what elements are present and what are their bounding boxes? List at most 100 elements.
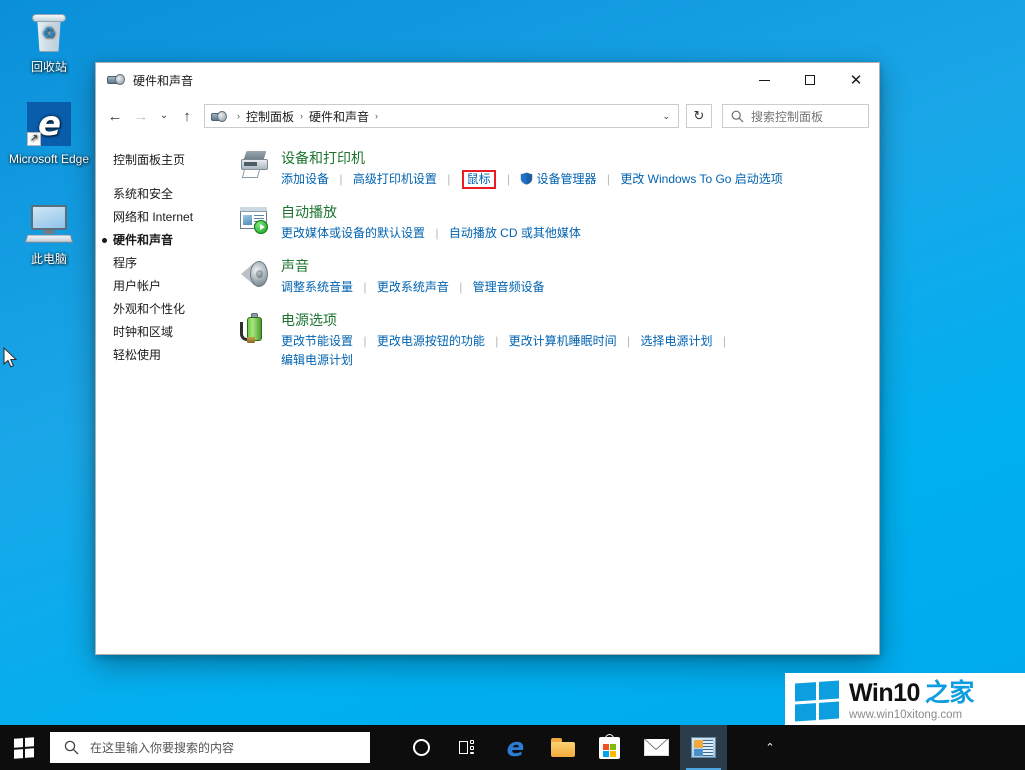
link-change-power-saving-settings[interactable]: 更改节能设置: [281, 334, 353, 348]
windows-start-icon: [14, 736, 34, 759]
power-icon: [239, 311, 275, 370]
desktop-icon-label: 回收站: [30, 60, 67, 74]
breadcrumb-separator[interactable]: ›: [375, 111, 378, 121]
highlight-box-mouse: 鼠标: [461, 170, 496, 189]
window-titlebar[interactable]: 硬件和声音 ✕: [96, 63, 879, 97]
category-links: 更改节能设置 | 更改电源按钮的功能 | 更改计算机睡眠时间 | 选择电源计划 …: [281, 332, 861, 370]
link-manage-audio-devices[interactable]: 管理音频设备: [473, 280, 545, 294]
category-autoplay: 自动播放 更改媒体或设备的默认设置 | 自动播放 CD 或其他媒体: [239, 203, 861, 243]
category-title[interactable]: 电源选项: [281, 311, 861, 329]
search-icon: [731, 110, 744, 122]
category-list: 设备和打印机 添加设备 | 高级打印机设置 | 鼠标 | 设备管理器 | 更改 …: [221, 135, 879, 654]
link-edit-power-plan[interactable]: 编辑电源计划: [281, 353, 353, 367]
sidebar: 控制面板主页 系统和安全 网络和 Internet 硬件和声音 程序 用户帐户 …: [96, 135, 221, 654]
breadcrumb-control-panel[interactable]: 控制面板: [246, 108, 294, 125]
link-divider: |: [435, 226, 439, 240]
link-divider: |: [459, 280, 463, 294]
link-divider: |: [495, 334, 499, 348]
category-title[interactable]: 自动播放: [281, 203, 861, 221]
edge-icon[interactable]: e: [492, 725, 539, 770]
address-dropdown-icon[interactable]: ⌄: [662, 111, 670, 122]
link-advanced-printer-setup[interactable]: 高级打印机设置: [353, 172, 437, 186]
hardware-and-sound-icon: [107, 71, 125, 89]
taskbar-search-input[interactable]: 在这里输入你要搜索的内容: [50, 732, 370, 763]
category-power-options: 电源选项 更改节能设置 | 更改电源按钮的功能 | 更改计算机睡眠时间 | 选择…: [239, 311, 861, 370]
sidebar-item-control-panel-home[interactable]: 控制面板主页: [113, 151, 221, 168]
link-change-power-button-function[interactable]: 更改电源按钮的功能: [377, 334, 485, 348]
file-explorer-icon[interactable]: [539, 725, 586, 770]
control-panel-icon[interactable]: [680, 725, 727, 770]
sidebar-item-system-and-security[interactable]: 系统和安全: [113, 183, 221, 206]
desktop-icon-recycle-bin[interactable]: ♻ 回收站: [6, 8, 92, 75]
link-adjust-system-volume[interactable]: 调整系统音量: [281, 280, 353, 294]
recycle-bin-icon: ♻: [6, 8, 92, 56]
link-change-system-sounds[interactable]: 更改系统声音: [377, 280, 449, 294]
cortana-icon[interactable]: [398, 725, 445, 770]
category-title[interactable]: 设备和打印机: [281, 149, 861, 167]
link-device-manager[interactable]: 设备管理器: [536, 172, 596, 186]
desktop-icon-microsoft-edge[interactable]: e ↗ Microsoft Edge: [6, 100, 92, 167]
link-divider: |: [447, 172, 451, 186]
breadcrumb-root-icon: [211, 108, 227, 124]
refresh-button[interactable]: ↻: [686, 104, 712, 128]
recent-locations-button[interactable]: ⌄: [154, 103, 174, 129]
address-bar[interactable]: › 控制面板 › 硬件和声音 › ⌄: [204, 104, 679, 128]
desktop-icon-this-pc[interactable]: 此电脑: [6, 200, 92, 267]
window-controls: ✕: [741, 63, 879, 97]
task-view-icon[interactable]: [445, 725, 492, 770]
desktop-icon-label: 此电脑: [30, 252, 67, 266]
maximize-button[interactable]: [787, 63, 833, 97]
link-divider: |: [363, 280, 367, 294]
sidebar-item-ease-of-access[interactable]: 轻松使用: [113, 344, 221, 367]
sidebar-item-appearance-and-personalization[interactable]: 外观和个性化: [113, 298, 221, 321]
window-title: 硬件和声音: [133, 73, 194, 88]
sidebar-item-user-accounts[interactable]: 用户帐户: [113, 275, 221, 298]
computer-icon: [6, 200, 92, 248]
link-change-sleep-time[interactable]: 更改计算机睡眠时间: [509, 334, 617, 348]
up-button[interactable]: ↑: [174, 103, 200, 129]
link-change-default-settings-for-media[interactable]: 更改媒体或设备的默认设置: [281, 226, 425, 240]
link-choose-power-plan[interactable]: 选择电源计划: [640, 334, 712, 348]
link-divider: |: [722, 334, 726, 348]
taskbar-icons: e: [398, 725, 727, 770]
sidebar-item-hardware-and-sound[interactable]: 硬件和声音: [102, 229, 221, 252]
link-mouse[interactable]: 鼠标: [467, 172, 491, 186]
category-title[interactable]: 声音: [281, 257, 861, 275]
sidebar-item-network-and-internet[interactable]: 网络和 Internet: [113, 206, 221, 229]
watermark-title-accent: 之家: [924, 678, 975, 707]
windows-logo-icon: [795, 679, 839, 722]
watermark-url: www.win10xitong.com: [849, 708, 963, 721]
search-control-panel-box[interactable]: 搜索控制面板: [722, 104, 869, 128]
search-icon: [64, 740, 79, 755]
mail-icon[interactable]: [633, 725, 680, 770]
search-placeholder: 搜索控制面板: [751, 109, 824, 124]
link-windows-to-go-startup-options[interactable]: 更改 Windows To Go 启动选项: [620, 172, 782, 186]
category-devices-and-printers: 设备和打印机 添加设备 | 高级打印机设置 | 鼠标 | 设备管理器 | 更改 …: [239, 149, 861, 189]
back-button[interactable]: ←: [102, 103, 128, 129]
breadcrumb-separator: ›: [237, 111, 240, 121]
minimize-button[interactable]: [741, 63, 787, 97]
microsoft-store-icon[interactable]: [586, 725, 633, 770]
link-divider: |: [507, 172, 511, 186]
edge-icon: e ↗: [6, 100, 92, 148]
breadcrumb-hardware-and-sound[interactable]: 硬件和声音: [309, 108, 369, 125]
link-divider: |: [339, 172, 343, 186]
link-add-device[interactable]: 添加设备: [281, 172, 329, 186]
taskbar-search-placeholder: 在这里输入你要搜索的内容: [90, 741, 235, 755]
control-panel-window: 硬件和声音 ✕ ← → ⌄ ↑ › 控制面板 › 硬件和声音 › ⌄ ↻ 搜索控…: [95, 62, 880, 655]
autoplay-icon: [239, 203, 275, 243]
start-button[interactable]: [0, 725, 48, 770]
close-button[interactable]: ✕: [833, 63, 879, 97]
sound-icon: [239, 257, 275, 297]
sidebar-item-clock-and-region[interactable]: 时钟和区域: [113, 321, 221, 344]
link-divider: |: [627, 334, 631, 348]
uac-shield-icon: [520, 172, 533, 185]
watermark: Win10 之家 www.win10xitong.com: [785, 673, 1025, 728]
show-hidden-icons-chevron-up-icon[interactable]: ⌃: [753, 725, 787, 770]
forward-button[interactable]: →: [128, 103, 154, 129]
category-links: 调整系统音量 | 更改系统声音 | 管理音频设备: [281, 278, 861, 297]
sidebar-item-programs[interactable]: 程序: [113, 252, 221, 275]
link-play-cd-or-other-media[interactable]: 自动播放 CD 或其他媒体: [449, 226, 581, 240]
breadcrumb-separator: ›: [300, 111, 304, 121]
category-links: 添加设备 | 高级打印机设置 | 鼠标 | 设备管理器 | 更改 Windows…: [281, 170, 861, 189]
